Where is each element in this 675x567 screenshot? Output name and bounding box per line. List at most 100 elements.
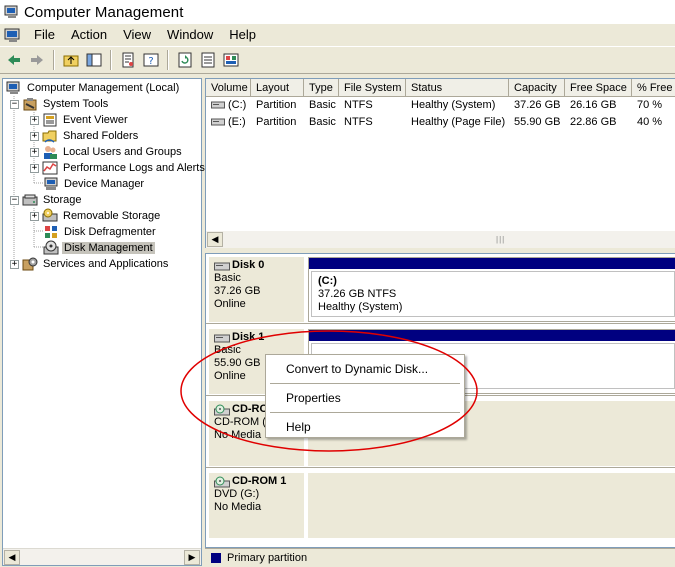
mdi-window-icon[interactable]: [4, 27, 22, 43]
tree-item-system-tools[interactable]: − System Tools: [10, 96, 110, 112]
column-header-status[interactable]: Status: [406, 79, 509, 97]
tree-item-performance-logs[interactable]: + Performance Logs and Alerts: [30, 160, 207, 176]
tree-item-device-manager[interactable]: Device Manager: [43, 176, 146, 192]
expand-expander[interactable]: +: [10, 259, 19, 269]
title-bar: Computer Management: [0, 0, 675, 24]
menu-item-convert-to-dynamic-disk[interactable]: Convert to Dynamic Disk...: [266, 357, 464, 381]
tree-item-label: Shared Folders: [63, 130, 139, 142]
show-hide-tree-button[interactable]: [84, 50, 104, 70]
collapse-expander[interactable]: −: [10, 99, 19, 109]
partition-detail: 37.26 GB NTFS: [318, 288, 397, 300]
cell-status: Healthy (Page File): [411, 116, 506, 128]
context-menu: Convert to Dynamic Disk... Properties He…: [265, 354, 465, 438]
defrag-icon: [45, 226, 57, 238]
tree-item-removable-storage[interactable]: + Removable Storage: [30, 208, 162, 224]
toolbar-separator: [167, 50, 169, 70]
column-header-file-system[interactable]: File System: [339, 79, 406, 97]
column-header-volume[interactable]: Volume: [206, 79, 251, 97]
disk-row[interactable]: CD-ROM 1 DVD (G:) No Media: [206, 470, 675, 540]
tree-item-label: Event Viewer: [63, 114, 128, 126]
scroll-left-button[interactable]: ◀: [207, 232, 223, 247]
scroll-right-button[interactable]: ▶: [184, 550, 200, 565]
cell-capacity: 37.26 GB: [514, 99, 561, 111]
expand-expander[interactable]: +: [30, 147, 39, 157]
column-header-capacity[interactable]: Capacity: [509, 79, 565, 97]
tree-item-disk-defragmenter[interactable]: Disk Defragmenter: [43, 224, 158, 240]
tree-item-label: Performance Logs and Alerts: [63, 162, 205, 174]
menu-window[interactable]: Window: [159, 24, 221, 46]
cell-volume: (E:): [206, 114, 251, 130]
menu-item-properties[interactable]: Properties: [266, 386, 464, 410]
menu-item-help[interactable]: Help: [266, 415, 464, 439]
tree-item-storage[interactable]: − Storage: [10, 192, 84, 208]
column-header-free-space[interactable]: Free Space: [565, 79, 632, 97]
tree-item-disk-management[interactable]: Disk Management: [43, 240, 155, 256]
export-list-icon: [201, 52, 215, 68]
help-button[interactable]: ?: [141, 50, 161, 70]
volume-list-horizontal-scrollbar[interactable]: ◀ |||: [206, 231, 675, 248]
forward-icon: [31, 55, 43, 65]
disk-type: Basic: [214, 272, 241, 284]
column-header-percent-free[interactable]: % Free: [632, 79, 675, 97]
tree-item-label: Storage: [43, 194, 82, 206]
tree-item-services-and-applications[interactable]: + Services and Applications: [10, 256, 170, 272]
menu-help[interactable]: Help: [221, 24, 264, 46]
tree-horizontal-scrollbar[interactable]: ◀ ▶: [3, 548, 201, 565]
tree-item-label: Disk Management: [62, 242, 155, 254]
legend-label: Primary partition: [227, 551, 308, 564]
menu-view[interactable]: View: [115, 24, 159, 46]
tree-item-computer-management[interactable]: Computer Management (Local): [6, 80, 181, 96]
table-row[interactable]: (C:) Partition Basic NTFS Healthy (Syste…: [206, 97, 675, 113]
details-pane: Volume Layout Type File System Status Ca…: [205, 78, 675, 566]
help-icon: ?: [143, 53, 159, 67]
disk-state: Online: [214, 298, 246, 310]
svg-text:?: ?: [148, 56, 153, 67]
scroll-grip[interactable]: |||: [496, 235, 516, 244]
console-button[interactable]: [221, 50, 241, 70]
tree-item-shared-folders[interactable]: + Shared Folders: [30, 128, 140, 144]
table-row[interactable]: (E:) Partition Basic NTFS Healthy (Page …: [206, 114, 675, 130]
cell-capacity: 55.90 GB: [514, 116, 561, 128]
shared-folder-icon: [42, 130, 57, 143]
column-header-layout[interactable]: Layout: [251, 79, 304, 97]
computer-icon: [6, 81, 20, 94]
disk-info-panel[interactable]: CD-ROM 1 DVD (G:) No Media: [209, 473, 304, 538]
primary-partition-swatch: [211, 552, 221, 563]
empty-media-block: [308, 473, 675, 538]
properties-button[interactable]: [118, 50, 138, 70]
partition-block[interactable]: (C:) 37.26 GB NTFS Healthy (System): [308, 257, 675, 322]
cell-percent-free: 70 %: [637, 99, 663, 111]
menu-separator: [270, 412, 460, 413]
forward-button[interactable]: [27, 50, 47, 70]
window-title: Computer Management: [24, 3, 184, 21]
export-list-button[interactable]: [198, 50, 218, 70]
disk-info-panel[interactable]: Disk 0 Basic 37.26 GB Online: [209, 257, 304, 322]
expand-expander[interactable]: +: [30, 211, 39, 221]
scroll-left-button[interactable]: ◀: [4, 550, 20, 565]
properties-icon: [122, 52, 134, 68]
column-header-type[interactable]: Type: [304, 79, 339, 97]
cell-file-system: NTFS: [344, 99, 373, 111]
refresh-button[interactable]: [175, 50, 195, 70]
expand-expander[interactable]: +: [30, 115, 39, 125]
back-button[interactable]: [4, 50, 24, 70]
cell-status: Healthy (System): [411, 99, 496, 111]
expand-expander[interactable]: +: [30, 131, 39, 141]
cell-percent-free: 40 %: [637, 116, 663, 128]
console-icon: [223, 53, 239, 67]
tree-item-event-viewer[interactable]: + Event Viewer: [30, 112, 130, 128]
device-manager-icon: [44, 177, 58, 190]
menu-action[interactable]: Action: [63, 24, 115, 46]
cd-drive-icon: [214, 476, 230, 487]
disk-size: 37.26 GB: [214, 285, 261, 297]
up-level-button[interactable]: [61, 50, 81, 70]
disk-row[interactable]: Disk 0 Basic 37.26 GB Online (C:) 37.26 …: [206, 254, 675, 324]
volume-list: Volume Layout Type File System Status Ca…: [205, 78, 675, 248]
tree-item-local-users-and-groups[interactable]: + Local Users and Groups: [30, 144, 184, 160]
collapse-expander[interactable]: −: [10, 195, 19, 205]
cell-free-space: 22.86 GB: [570, 116, 617, 128]
disk-management-icon: [43, 240, 59, 255]
tree-item-label: System Tools: [43, 98, 109, 110]
expand-expander[interactable]: +: [30, 163, 39, 173]
menu-file[interactable]: File: [26, 24, 63, 46]
